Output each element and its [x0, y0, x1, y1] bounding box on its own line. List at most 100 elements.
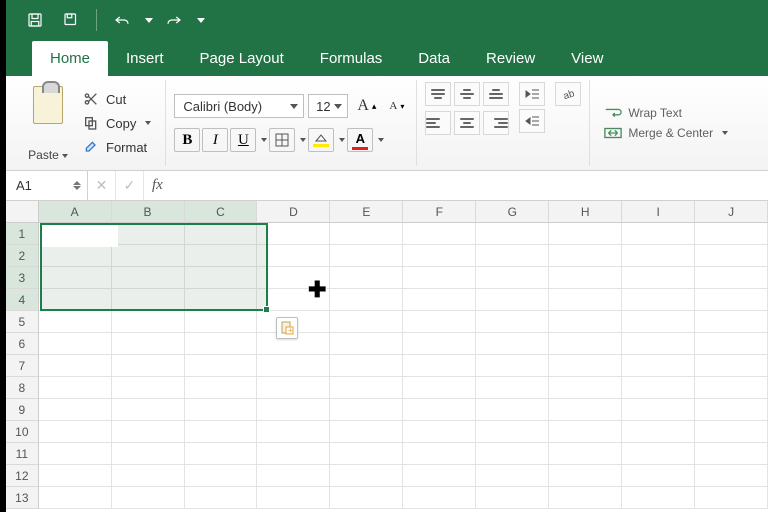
undo-button[interactable]	[107, 5, 137, 35]
col-header-C[interactable]: C	[185, 201, 258, 223]
cell[interactable]	[257, 421, 330, 443]
cell[interactable]	[476, 443, 549, 465]
qat-customize-icon[interactable]	[197, 18, 205, 23]
cell[interactable]	[622, 289, 695, 311]
cell[interactable]	[330, 289, 403, 311]
tab-insert[interactable]: Insert	[108, 41, 182, 76]
undo-dropdown-icon[interactable]	[145, 18, 153, 23]
cell[interactable]	[403, 289, 476, 311]
cell[interactable]	[549, 421, 622, 443]
worksheet[interactable]: A B C D E F G H I J 12345678910111213 + …	[6, 201, 768, 509]
cell[interactable]	[112, 223, 185, 245]
cell[interactable]	[476, 333, 549, 355]
cell[interactable]	[185, 421, 258, 443]
cell[interactable]	[695, 377, 768, 399]
cell[interactable]	[549, 399, 622, 421]
cell[interactable]	[549, 311, 622, 333]
col-header-F[interactable]: F	[403, 201, 476, 223]
cell[interactable]	[257, 465, 330, 487]
cell[interactable]	[39, 333, 112, 355]
col-header-D[interactable]: D	[257, 201, 330, 223]
cell[interactable]	[695, 245, 768, 267]
cell[interactable]	[112, 465, 185, 487]
col-header-A[interactable]: A	[39, 201, 112, 223]
copy-button[interactable]: Copy	[76, 112, 157, 134]
cell[interactable]	[39, 289, 112, 311]
bold-button[interactable]: B	[174, 128, 200, 152]
cell[interactable]	[39, 355, 112, 377]
cell[interactable]	[330, 465, 403, 487]
cell[interactable]	[476, 487, 549, 509]
cell[interactable]	[185, 443, 258, 465]
save-button[interactable]	[20, 5, 50, 35]
cell[interactable]	[549, 267, 622, 289]
cell[interactable]	[112, 487, 185, 509]
cell[interactable]	[695, 223, 768, 245]
cell[interactable]	[403, 355, 476, 377]
cell[interactable]	[185, 465, 258, 487]
row-header-12[interactable]: 12	[6, 465, 39, 487]
cell[interactable]	[257, 223, 330, 245]
cell[interactable]	[695, 289, 768, 311]
cell[interactable]	[403, 487, 476, 509]
cell[interactable]	[476, 465, 549, 487]
cell[interactable]	[549, 223, 622, 245]
cell[interactable]	[257, 487, 330, 509]
cell[interactable]	[185, 289, 258, 311]
decrease-indent-button[interactable]	[519, 82, 545, 106]
cell[interactable]	[185, 487, 258, 509]
paste-dropdown-icon[interactable]	[62, 154, 68, 158]
cell[interactable]	[112, 267, 185, 289]
row-header-10[interactable]: 10	[6, 421, 39, 443]
cut-button[interactable]: Cut	[76, 88, 157, 110]
align-top-button[interactable]	[425, 82, 451, 106]
cell[interactable]	[622, 355, 695, 377]
tab-view[interactable]: View	[553, 41, 621, 76]
cell[interactable]	[257, 443, 330, 465]
wrap-text-button[interactable]: Wrap Text	[604, 106, 728, 120]
save-as-button[interactable]	[56, 5, 86, 35]
cell[interactable]	[549, 487, 622, 509]
cell[interactable]	[622, 443, 695, 465]
cell[interactable]	[330, 223, 403, 245]
col-header-J[interactable]: J	[695, 201, 768, 223]
cell[interactable]	[39, 421, 112, 443]
formula-cancel-button[interactable]: ✕	[88, 171, 116, 200]
row-header-7[interactable]: 7	[6, 355, 39, 377]
cell[interactable]	[549, 289, 622, 311]
decrease-font-button[interactable]: A▾	[382, 94, 408, 118]
align-center-button[interactable]	[454, 111, 480, 135]
paste-options-button[interactable]: +	[276, 317, 298, 339]
cell[interactable]	[695, 355, 768, 377]
increase-font-button[interactable]: A▴	[352, 94, 378, 118]
border-dropdown-icon[interactable]	[300, 138, 306, 142]
cell[interactable]	[330, 399, 403, 421]
cell[interactable]	[549, 245, 622, 267]
tab-formulas[interactable]: Formulas	[302, 41, 401, 76]
cell[interactable]	[330, 421, 403, 443]
cell[interactable]	[112, 333, 185, 355]
row-header-1[interactable]: 1	[6, 223, 39, 245]
cell[interactable]	[185, 267, 258, 289]
cell[interactable]	[257, 377, 330, 399]
col-header-G[interactable]: G	[476, 201, 549, 223]
cell[interactable]	[695, 487, 768, 509]
cell[interactable]	[549, 355, 622, 377]
formula-input[interactable]	[171, 171, 768, 200]
cell[interactable]	[695, 267, 768, 289]
cell[interactable]	[549, 333, 622, 355]
font-name-select[interactable]: Calibri (Body)	[174, 94, 304, 118]
cell[interactable]	[549, 443, 622, 465]
cell[interactable]	[476, 245, 549, 267]
cell[interactable]	[622, 333, 695, 355]
cell[interactable]	[695, 333, 768, 355]
merge-dropdown-icon[interactable]	[722, 131, 728, 135]
cell[interactable]	[112, 399, 185, 421]
cell[interactable]	[403, 399, 476, 421]
copy-dropdown-icon[interactable]	[145, 121, 151, 125]
col-header-H[interactable]: H	[549, 201, 622, 223]
paste-button[interactable]: Paste	[24, 82, 72, 164]
cell[interactable]	[403, 333, 476, 355]
name-box[interactable]: A1	[6, 171, 88, 200]
cell[interactable]	[185, 223, 258, 245]
